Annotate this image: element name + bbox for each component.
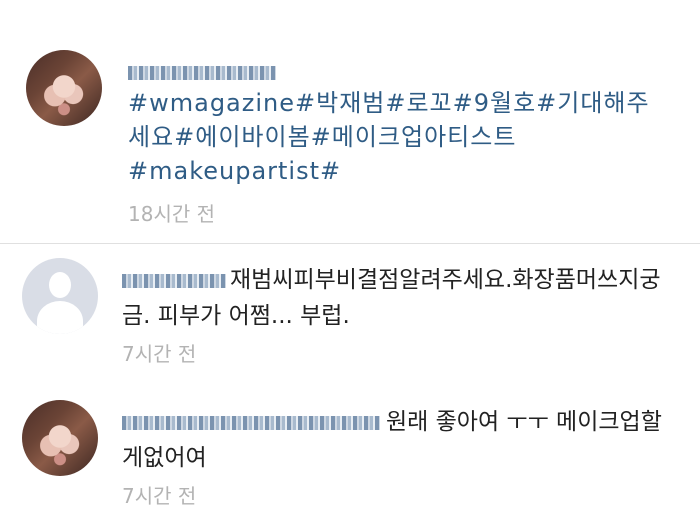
comment-item: 원래 좋아여 ㅜㅜ 메이크업할게없어여 7시간 전	[22, 400, 682, 510]
commenter-avatar[interactable]	[22, 400, 98, 476]
comment-timestamp: 7시간 전	[122, 484, 197, 508]
commenter-username-blurred[interactable]	[122, 415, 380, 430]
default-avatar-icon[interactable]	[22, 258, 98, 334]
divider	[0, 243, 700, 244]
author-username-blurred[interactable]	[128, 66, 276, 80]
post-caption-block: #wmagazine#박재범#로꼬#9월호#기대해주세요#에이바이봄#메이크업아…	[26, 50, 686, 230]
comment-timestamp: 7시간 전	[122, 342, 197, 366]
commenter-username-blurred[interactable]	[122, 273, 226, 288]
post-caption: #wmagazine#박재범#로꼬#9월호#기대해주세요#에이바이봄#메이크업아…	[128, 89, 650, 185]
comment-text-block: 재범씨피부비결점알려주세요.화장품머쓰지궁금. 피부가 어쩜... 부럽.	[122, 262, 682, 334]
post-timestamp: 18시간 전	[128, 202, 216, 226]
comment-item: 재범씨피부비결점알려주세요.화장품머쓰지궁금. 피부가 어쩜... 부럽. 7시…	[22, 258, 682, 368]
author-avatar[interactable]	[26, 50, 102, 126]
comment-text-block: 원래 좋아여 ㅜㅜ 메이크업할게없어여	[122, 404, 682, 476]
